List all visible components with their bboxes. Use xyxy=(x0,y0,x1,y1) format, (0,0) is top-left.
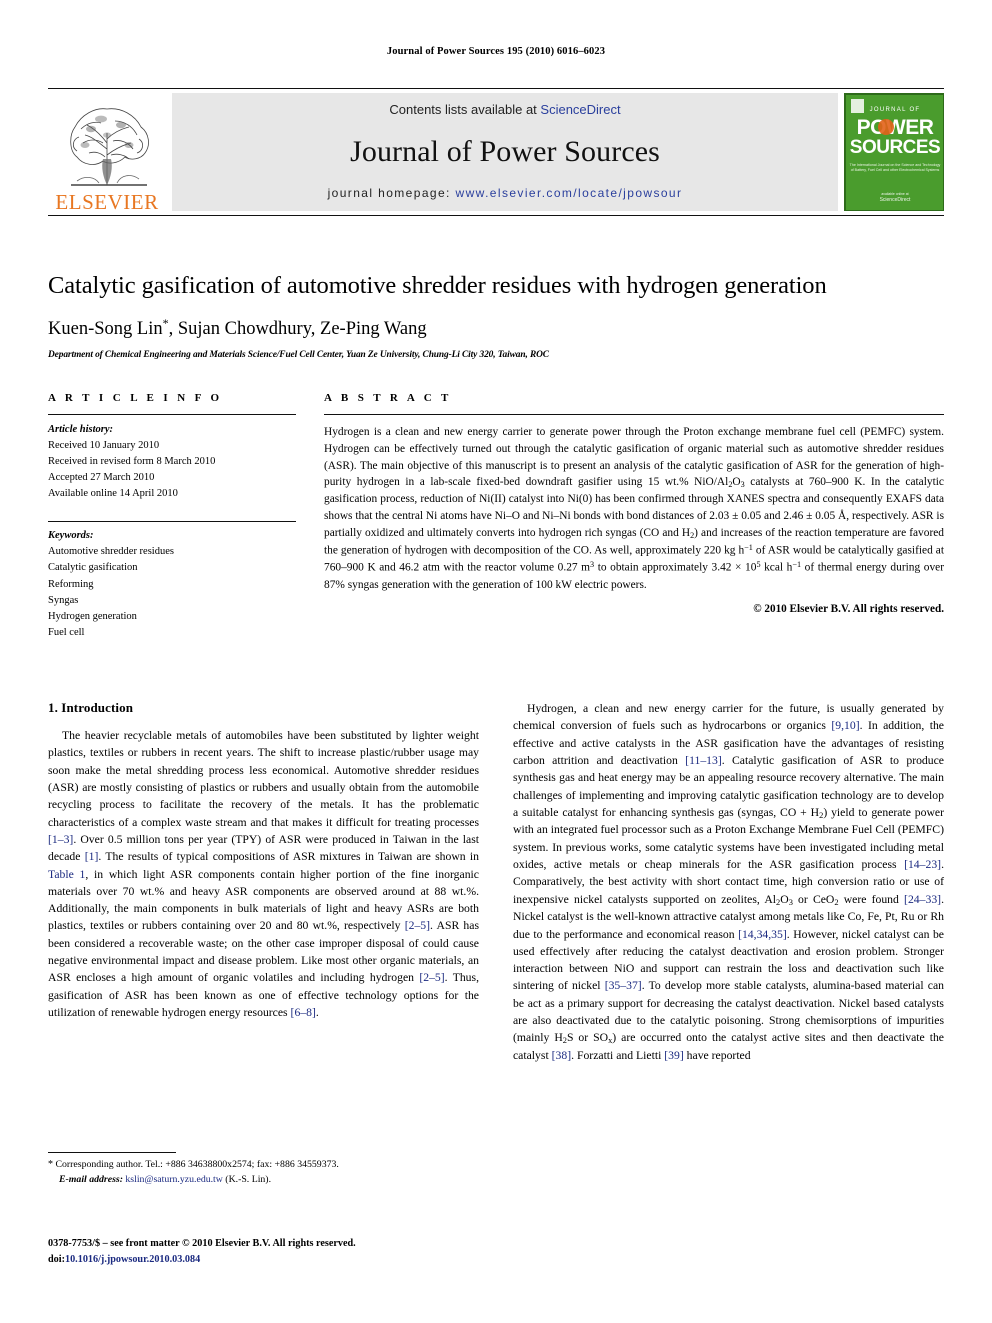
corresponding-text: Corresponding author. Tel.: +886 3463880… xyxy=(53,1159,339,1170)
keyword-item: Fuel cell xyxy=(48,627,85,639)
corresponding-author-note: * Corresponding author. Tel.: +886 34638… xyxy=(48,1157,479,1187)
citation-link[interactable]: [1–3] xyxy=(48,833,73,846)
homepage-prefix: journal homepage: xyxy=(327,186,456,200)
citation-link[interactable]: [9,10] xyxy=(831,719,859,732)
masthead-center: Contents lists available at ScienceDirec… xyxy=(172,93,838,211)
footnote-block: * Corresponding author. Tel.: +886 34638… xyxy=(48,1152,479,1187)
intro-paragraph-left: The heavier recyclable metals of automob… xyxy=(48,729,480,1019)
article-body: 1. Introduction The heavier recyclable m… xyxy=(48,700,944,1200)
journal-masthead: ELSEVIER Contents lists available at Sci… xyxy=(48,88,944,216)
info-abstract-section: A R T I C L E I N F O Article history: R… xyxy=(48,392,944,642)
journal-title: Journal of Power Sources xyxy=(350,134,660,168)
keyword-item: Catalytic gasification xyxy=(48,562,138,574)
keyword-item: Automotive shredder residues xyxy=(48,546,174,558)
body-column-right: Hydrogen, a clean and new energy carrier… xyxy=(513,700,944,1200)
elsevier-logo: ELSEVIER xyxy=(48,89,166,215)
corresponding-author-marker: * xyxy=(162,316,169,331)
abstract-text: Hydrogen is a clean and new energy carri… xyxy=(324,426,944,591)
elsevier-wordmark: ELSEVIER xyxy=(55,190,159,214)
email-suffix: (K.-S. Lin). xyxy=(222,1173,272,1185)
doi-label: doi: xyxy=(48,1253,65,1265)
svg-text:ScienceDirect: ScienceDirect xyxy=(880,197,911,203)
keywords-block: Keywords: Automotive shredder residues C… xyxy=(48,514,296,642)
contents-available-line: Contents lists available at ScienceDirec… xyxy=(389,102,620,117)
affiliation: Department of Chemical Engineering and M… xyxy=(48,350,549,361)
svg-text:JOURNAL OF: JOURNAL OF xyxy=(870,107,921,113)
sciencedirect-link[interactable]: ScienceDirect xyxy=(540,102,620,117)
citation-link[interactable]: [14–23] xyxy=(904,858,941,871)
history-item: Received in revised form 8 March 2010 xyxy=(48,455,216,467)
keywords-label: Keywords: xyxy=(48,529,94,541)
article-history: Article history: Received 10 January 201… xyxy=(48,415,296,502)
history-item: Received 10 January 2010 xyxy=(48,439,160,451)
svg-text:The International Journal on t: The International Journal on the Science… xyxy=(850,163,941,167)
history-item: Accepted 27 March 2010 xyxy=(48,471,155,483)
footnote-rule xyxy=(48,1152,176,1153)
email-label: E-mail address: xyxy=(59,1173,123,1185)
citation-link[interactable]: [2–5] xyxy=(405,919,430,932)
citation-link[interactable]: [1] xyxy=(85,850,99,863)
keyword-item: Reforming xyxy=(48,578,94,590)
citation-link[interactable]: [6–8] xyxy=(291,1006,316,1019)
citation-link[interactable]: [35–37] xyxy=(605,979,642,992)
doi-link[interactable]: 10.1016/j.jpowsour.2010.03.084 xyxy=(65,1254,200,1265)
email-link[interactable]: kslin@saturn.yzu.edu.tw xyxy=(125,1174,222,1185)
citation-link[interactable]: [2–5] xyxy=(419,971,444,984)
keyword-item: Hydrogen generation xyxy=(48,611,137,623)
svg-text:available online at: available online at xyxy=(881,192,908,196)
abstract-column: A B S T R A C T Hydrogen is a clean and … xyxy=(324,392,944,642)
svg-text:of Battery, Fuel Cell and othe: of Battery, Fuel Cell and other Electroc… xyxy=(851,168,940,172)
abstract-heading: A B S T R A C T xyxy=(324,392,452,404)
section-heading-introduction: 1. Introduction xyxy=(48,700,134,715)
issn-copyright-block: 0378-7753/$ – see front matter © 2010 El… xyxy=(48,1236,528,1268)
doi-line: doi:10.1016/j.jpowsour.2010.03.084 xyxy=(48,1252,528,1268)
contents-prefix: Contents lists available at xyxy=(389,102,541,117)
citation-link[interactable]: [39] xyxy=(664,1049,683,1062)
history-label: Article history: xyxy=(48,424,114,435)
abstract-copyright: © 2010 Elsevier B.V. All rights reserved… xyxy=(753,602,944,615)
email-line: E-mail address: kslin@saturn.yzu.edu.tw … xyxy=(48,1173,479,1188)
citation-link[interactable]: [11–13] xyxy=(685,754,722,767)
svg-text:SOURCES: SOURCES xyxy=(850,137,940,158)
body-column-left: 1. Introduction The heavier recyclable m… xyxy=(48,700,479,1200)
citation-link[interactable]: [38] xyxy=(552,1049,571,1062)
table-reference-link[interactable]: Table 1 xyxy=(48,868,85,881)
history-item: Available online 14 April 2010 xyxy=(48,487,178,499)
keyword-item: Syngas xyxy=(48,594,79,606)
running-head: Journal of Power Sources 195 (2010) 6016… xyxy=(386,46,606,57)
article-title-block: Catalytic gasification of automotive shr… xyxy=(48,272,944,360)
citation-link[interactable]: [14,34,35] xyxy=(738,928,787,941)
intro-paragraph-right: Hydrogen, a clean and new energy carrier… xyxy=(513,702,944,1062)
journal-cover-thumbnail: JOURNAL OF POWER POWER SOURCES The Inter… xyxy=(844,93,944,211)
journal-homepage-link[interactable]: www.elsevier.com/locate/jpowsour xyxy=(456,186,683,200)
author-list: Kuen-Song Lin*, Sujan Chowdhury, Ze-Ping… xyxy=(48,316,427,340)
citation-link[interactable]: [24–33] xyxy=(904,893,941,906)
journal-homepage-line: journal homepage: www.elsevier.com/locat… xyxy=(328,186,683,200)
info-divider-mid xyxy=(48,520,296,522)
issn-line: 0378-7753/$ – see front matter © 2010 El… xyxy=(48,1238,356,1249)
elsevier-tree-icon xyxy=(55,99,159,191)
article-info-column: A R T I C L E I N F O Article history: R… xyxy=(48,392,296,642)
journal-article-page: Journal of Power Sources 195 (2010) 6016… xyxy=(0,0,992,1323)
article-info-heading: A R T I C L E I N F O xyxy=(48,392,223,404)
page-title: Catalytic gasification of automotive shr… xyxy=(48,272,827,299)
keywords-list: Keywords: Automotive shredder residues C… xyxy=(48,528,296,642)
